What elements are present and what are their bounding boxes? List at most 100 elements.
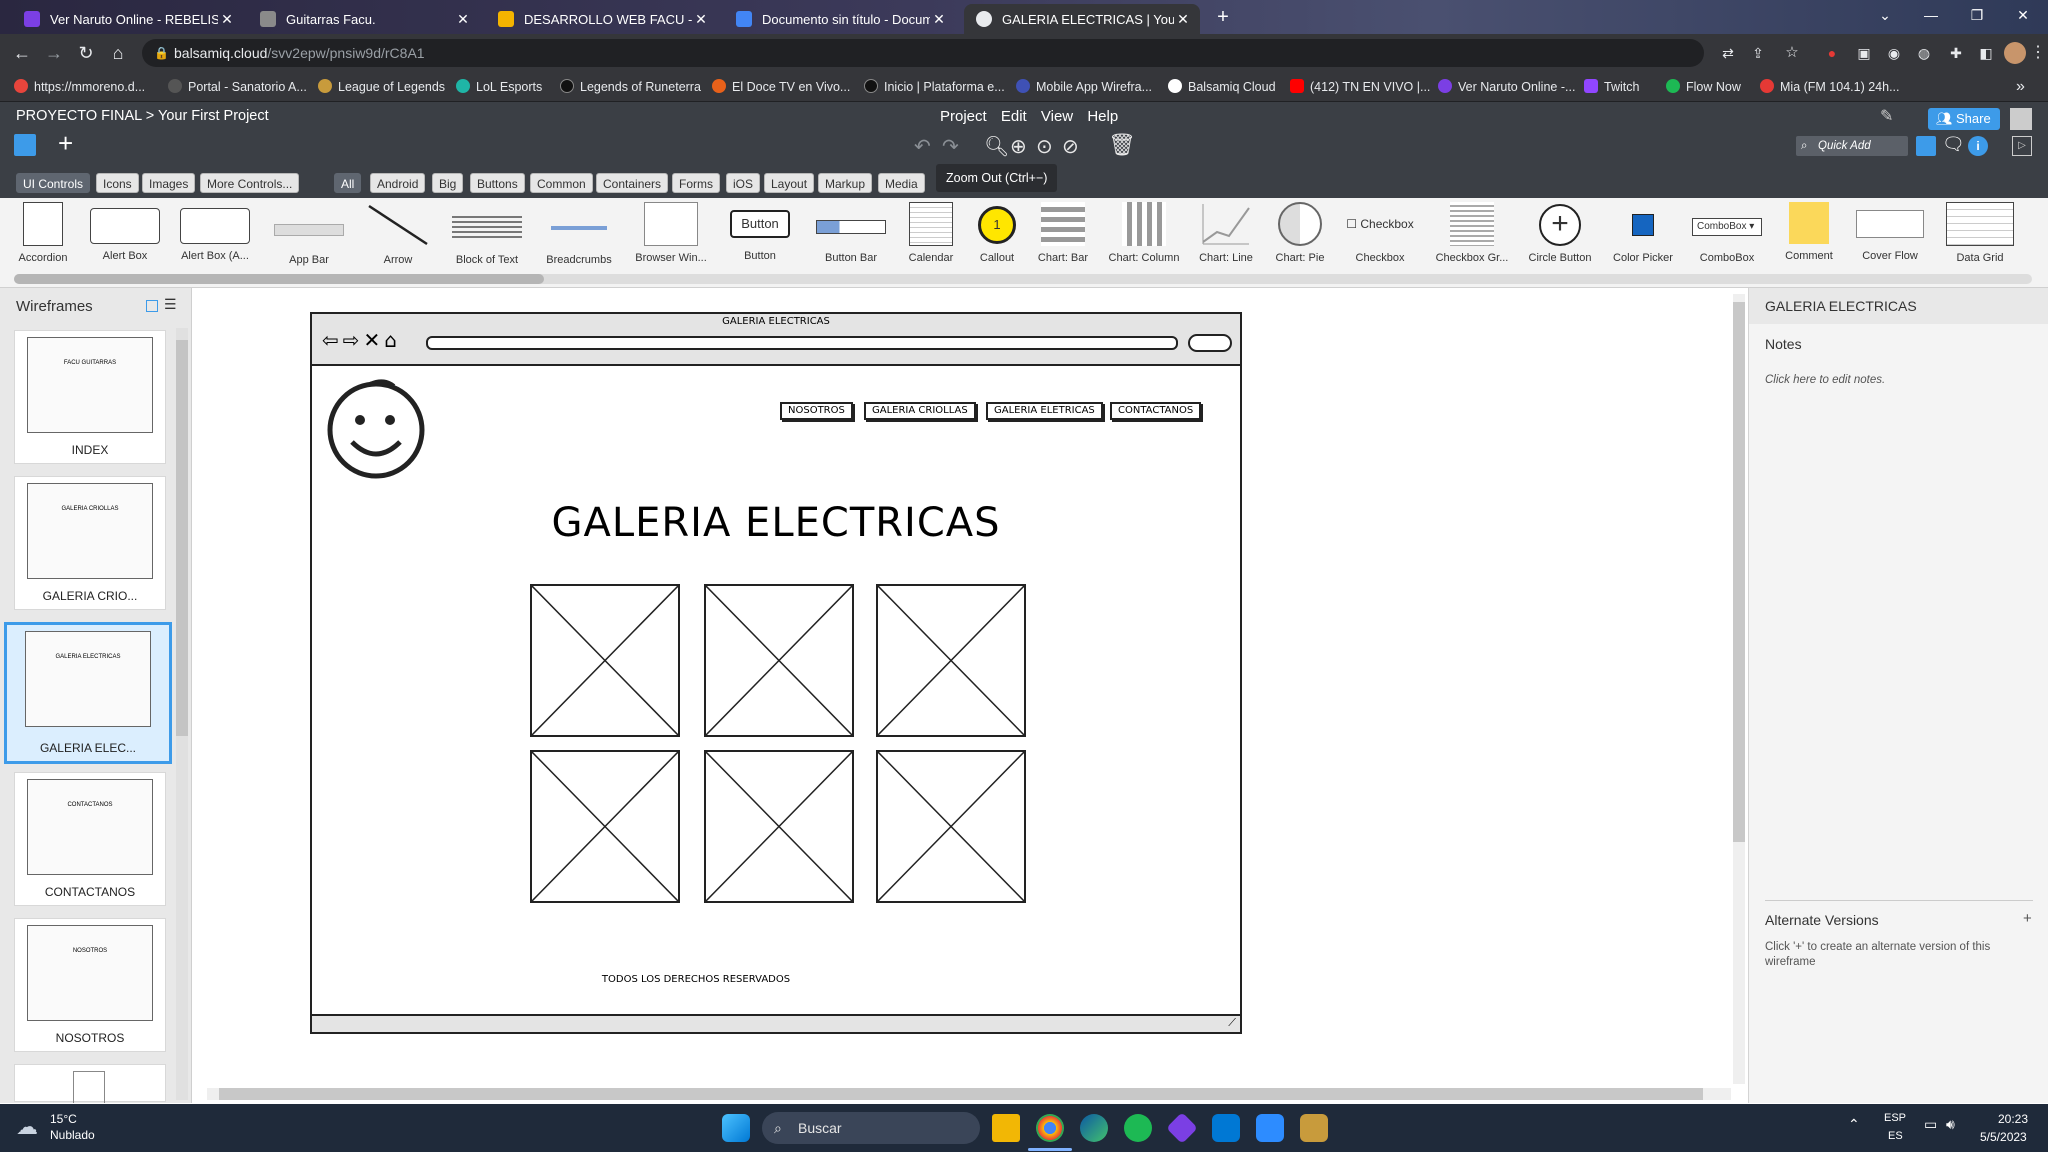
canvas-h-scroll-thumb[interactable] (219, 1088, 1703, 1100)
library-item-callout[interactable]: 1 Callout (966, 202, 1028, 264)
share-page-icon[interactable]: ⇪ (1746, 41, 1770, 65)
filter-all[interactable]: All (334, 173, 362, 193)
presentation-icon[interactable]: ▷ (2012, 136, 2032, 156)
tab-images[interactable]: Images (142, 173, 196, 193)
menu-edit[interactable]: Edit (1001, 108, 1027, 125)
library-item-alert-box[interactable]: Alert Box (88, 202, 162, 262)
filter-markup[interactable]: Markup (818, 173, 873, 193)
library-item-alert-box-a[interactable]: Alert Box (A... (176, 202, 254, 262)
wireframe-thumb-partial[interactable] (14, 1064, 166, 1103)
library-item-checkbox[interactable]: ☐ Checkbox Checkbox (1342, 202, 1418, 264)
file-explorer-icon[interactable] (992, 1114, 1020, 1142)
library-item-checkbox-group[interactable]: Checkbox Gr... (1432, 202, 1512, 264)
edit-pencil-icon[interactable]: ✎ (1880, 106, 1893, 126)
bookmark-item[interactable]: Portal - Sanatorio A... (168, 72, 307, 102)
language-top[interactable]: ESP (1884, 1112, 1906, 1124)
wireframe-thumb-index[interactable]: FACU GUITARRAS INDEX (14, 330, 166, 464)
menu-help[interactable]: Help (1087, 108, 1118, 125)
menu-project[interactable]: Project (940, 108, 987, 125)
bookmark-item[interactable]: Inicio | Plataforma e... (864, 72, 1005, 102)
windows-start-icon[interactable] (722, 1114, 750, 1142)
back-icon[interactable]: ← (10, 41, 34, 65)
library-item-chart-bar[interactable]: Chart: Bar (1030, 202, 1096, 264)
library-item-browser-window[interactable]: Browser Win... (630, 202, 712, 264)
address-bar[interactable]: 🔒 balsamiq.cloud/svv2epw/pnsiw9d/rC8A1 (142, 39, 1704, 67)
wireframe-thumb-galeria-electricas[interactable]: GALERIA ELECTRICAS GALERIA ELEC... (4, 622, 172, 764)
library-scroll-thumb[interactable] (14, 274, 544, 284)
side-panel-icon[interactable]: ◧ (1974, 41, 1998, 65)
canvas-horizontal-scrollbar[interactable] (207, 1088, 1731, 1100)
language-bottom[interactable]: ES (1888, 1130, 1903, 1142)
weather-desc[interactable]: Nublado (50, 1128, 95, 1142)
wireframes-panel-icon[interactable] (14, 134, 36, 156)
comment-icon[interactable]: 🗨︎ (1942, 134, 1965, 155)
zoom-icon[interactable] (1256, 1114, 1284, 1142)
filter-layout[interactable]: Layout (764, 173, 815, 193)
extension-icon[interactable]: ◍ (1912, 41, 1936, 65)
filter-ios[interactable]: iOS (726, 173, 761, 193)
bookmark-item[interactable]: Balsamiq Cloud (1168, 72, 1276, 102)
profile-avatar[interactable] (2004, 42, 2026, 64)
library-item-accordion[interactable]: Accordion (14, 202, 72, 264)
restore-icon[interactable]: ❐ (1954, 0, 2000, 30)
weather-temp[interactable]: 15°C (50, 1112, 77, 1126)
library-item-calendar[interactable]: Calendar (900, 202, 962, 264)
tab-more-controls[interactable]: More Controls... (200, 173, 300, 193)
library-item-chart-line[interactable]: Chart: Line (1190, 202, 1262, 264)
bookmark-item[interactable]: LoL Esports (456, 72, 542, 102)
wireframe-thumb-nosotros[interactable]: NOSOTROS NOSOTROS (14, 918, 166, 1052)
trash-icon[interactable]: 🗑︎ (1108, 132, 1136, 158)
library-item-comment[interactable]: Comment (1776, 202, 1842, 262)
minimize-icon[interactable]: — (1908, 0, 1954, 30)
zoom-actual-icon[interactable]: ⊘ (1062, 134, 1079, 159)
tab-icons[interactable]: Icons (96, 173, 139, 193)
browser-tab[interactable]: Guitarras Facu. ✕ (248, 4, 480, 34)
filter-common[interactable]: Common (530, 173, 593, 193)
bookmark-item[interactable]: Mobile App Wirefra... (1016, 72, 1152, 102)
library-item-block-of-text[interactable]: Block of Text (446, 202, 528, 266)
bookmark-item[interactable]: Mia (FM 104.1) 24h... (1760, 72, 1900, 102)
wireframe-browser-window[interactable]: GALERIA ELECTRICAS ⇦⇨✕⌂ NOSOTROS GALERIA… (310, 312, 1242, 1034)
tab-search-icon[interactable]: ⌄ (1862, 0, 1908, 30)
translate-icon[interactable]: ⇄ (1716, 41, 1740, 65)
close-icon[interactable]: ✕ (930, 11, 948, 28)
extension-icon[interactable]: ◉ (1882, 41, 1906, 65)
user-avatar[interactable] (2010, 108, 2032, 130)
filter-buttons[interactable]: Buttons (470, 173, 525, 193)
browser-tab-active[interactable]: GALERIA ELECTRICAS | Your First ✕ (964, 4, 1200, 34)
library-scrollbar[interactable] (14, 274, 2032, 284)
bookmark-item[interactable]: Legends of Runeterra (560, 72, 701, 102)
bookmark-item[interactable]: Twitch (1584, 72, 1639, 102)
library-item-chart-pie[interactable]: Chart: Pie (1264, 202, 1336, 264)
library-item-circle-button[interactable]: + Circle Button (1522, 202, 1598, 264)
puzzle-icon[interactable]: ✚ (1944, 41, 1968, 65)
forward-icon[interactable]: → (42, 41, 66, 65)
library-item-button-bar[interactable]: Button Bar (810, 202, 892, 264)
quick-add-input[interactable]: ⌕ Quick Add (1796, 136, 1908, 156)
library-item-chart-column[interactable]: Chart: Column (1104, 202, 1184, 264)
vscode-icon[interactable] (1212, 1114, 1240, 1142)
new-tab-button[interactable]: + (1210, 6, 1236, 30)
filter-android[interactable]: Android (370, 173, 426, 193)
edge-icon[interactable] (1080, 1114, 1108, 1142)
canvas-vertical-scrollbar[interactable] (1733, 294, 1745, 1084)
add-alternate-version-button[interactable]: + (2023, 910, 2032, 927)
home-icon[interactable]: ⌂ (106, 41, 130, 65)
canvas-v-scroll-thumb[interactable] (1733, 302, 1745, 842)
filter-containers[interactable]: Containers (596, 173, 669, 193)
browser-tab[interactable]: Ver Naruto Online - REBELISPLUS ✕ (12, 4, 244, 34)
undo-icon[interactable]: ↶ (914, 134, 931, 159)
browser-tab[interactable]: Documento sin título - Docum ✕ (724, 4, 956, 34)
library-item-app-bar[interactable]: App Bar (266, 202, 352, 266)
breadcrumb-project[interactable]: PROYECTO FINAL (16, 108, 142, 124)
zoom-fit-icon[interactable]: ⊙ (1036, 134, 1053, 159)
chrome-icon[interactable] (1036, 1114, 1064, 1142)
library-item-combobox[interactable]: ComboBox ▾ ComboBox (1686, 202, 1768, 264)
add-wireframe-icon[interactable]: + (58, 130, 73, 156)
filter-media[interactable]: Media (878, 173, 925, 193)
library-item-arrow[interactable]: Arrow (362, 202, 434, 266)
redo-icon[interactable]: ↷ (942, 134, 959, 159)
bookmark-item[interactable]: Ver Naruto Online -... (1438, 72, 1575, 102)
league-of-legends-icon[interactable] (1300, 1114, 1328, 1142)
wireframe-thumb-contactanos[interactable]: CONTACTANOS CONTACTANOS (14, 772, 166, 906)
